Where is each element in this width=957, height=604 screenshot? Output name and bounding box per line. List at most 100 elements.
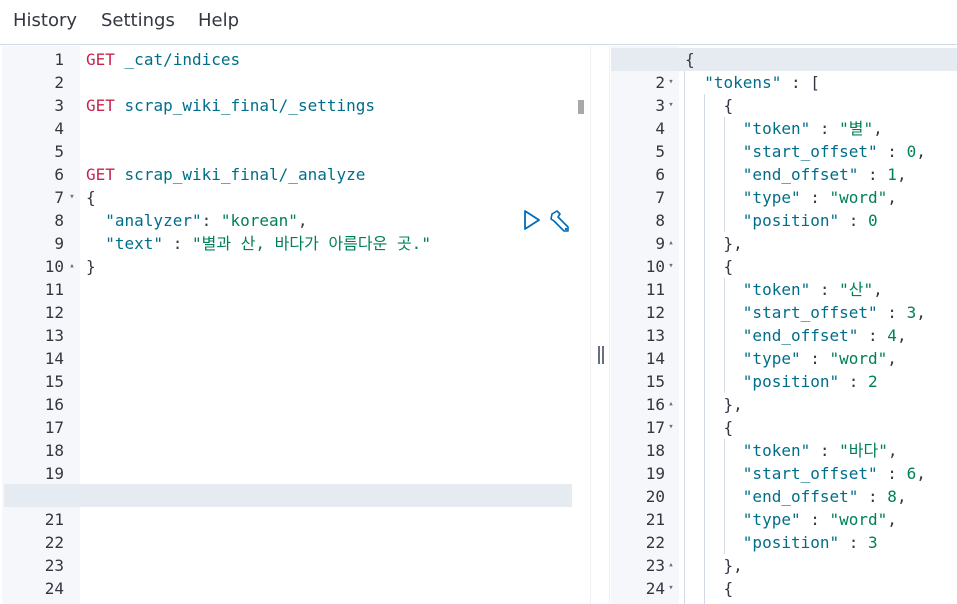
code-line[interactable]: { [685,48,695,71]
code-line[interactable]: "start_offset" : 6, [685,462,926,485]
fold-collapse-icon[interactable]: ▾ [666,416,676,439]
line-number-label: 4 [54,119,64,138]
editor-scroll-indicator[interactable] [578,100,584,114]
code-line[interactable]: { [685,94,734,117]
code-token: : [877,142,907,161]
code-token: "token" [742,441,811,460]
code-line[interactable]: "end_offset" : 1, [685,163,907,186]
line-number-label: 2 [54,73,64,92]
code-line[interactable]: "position" : 0 [685,209,878,232]
fold-expand-icon[interactable]: ▴ [666,232,676,255]
line-number-label: 17 [645,418,665,437]
code-token: , [887,188,897,207]
code-line[interactable]: }, [685,393,743,416]
code-line[interactable]: "tokens" : [ [685,71,820,94]
code-line[interactable]: "start_offset" : 0, [685,140,926,163]
line-number-label: 12 [44,303,64,322]
request-tools-button[interactable] [548,208,574,234]
code-token: , [896,326,907,345]
code-line[interactable]: "end_offset" : 4, [685,324,907,347]
line-number: 4 [2,117,80,140]
code-line[interactable]: "type" : "word", [685,347,897,370]
line-number: 10 ▴ [2,255,80,278]
line-number: 24 ▾ [611,577,679,600]
fold-collapse-icon[interactable]: ▾ [666,71,676,94]
code-line[interactable]: "token" : "별", [685,117,883,140]
code-line[interactable]: }, [685,232,743,255]
line-number: 12 [2,301,80,324]
code-token: : [800,349,830,368]
code-token: "별" [839,119,874,138]
menu-settings[interactable]: Settings [101,10,175,31]
pane-resizer[interactable] [590,46,610,604]
code-line[interactable]: "analyzer": "korean", [86,209,308,232]
code-line[interactable]: GET scrap_wiki_final/_analyze [86,163,365,186]
send-request-button[interactable] [520,208,546,234]
line-number-label: 15 [645,372,665,391]
code-token: : [163,234,192,253]
fold-expand-icon[interactable]: ▴ [67,255,77,278]
fold-expand-icon[interactable]: ▴ [666,554,676,577]
line-number: 14 [611,347,679,370]
line-number: 20 [611,485,679,508]
code-line[interactable]: "position" : 3 [685,531,878,554]
code-token: { [685,257,734,276]
code-line[interactable]: "token" : "산", [685,278,883,301]
code-token: : [800,188,830,207]
line-number: 5 [611,140,679,163]
menu-history[interactable]: History [13,10,77,31]
line-number: 24 [2,577,80,600]
line-number: 18 [2,439,80,462]
code-token: , [896,487,907,506]
code-token: } [86,257,96,276]
code-line[interactable]: }, [685,554,743,577]
code-token: : [858,165,888,184]
code-line[interactable]: { [86,186,96,209]
code-line[interactable]: { [685,255,734,278]
code-line[interactable]: { [685,416,734,439]
response-output[interactable]: 1▾2▾3▾456789▴10▾111213141516▴17▾18192021… [611,46,957,604]
code-line[interactable]: "type" : "word", [685,508,897,531]
code-token: "tokens" [704,73,782,92]
code-token: 0 [868,211,878,230]
line-number-label: 2 [655,73,665,92]
code-line[interactable]: "end_offset" : 8, [685,485,907,508]
response-output-content[interactable]: { "tokens" : [ { "token" : "별", "start_o… [679,46,957,604]
menu-help[interactable]: Help [198,10,239,31]
code-token: 4 [887,326,897,345]
line-number-label: 9 [54,234,64,253]
request-editor[interactable]: 1234567▾8910▴111213141516171819202122232… [2,46,590,604]
line-number: 22 [611,531,679,554]
line-number: 19 [2,462,80,485]
code-line[interactable]: GET _cat/indices [86,48,240,71]
line-number-label: 8 [54,211,64,230]
fold-collapse-icon[interactable]: ▾ [666,255,676,278]
line-number-label: 11 [44,280,64,299]
response-output-gutter: 1▾2▾3▾456789▴10▾111213141516▴17▾18192021… [611,46,679,604]
line-number-label: 21 [44,510,64,529]
code-line[interactable]: GET scrap_wiki_final/_settings [86,94,375,117]
code-line[interactable]: "token" : "바다", [685,439,898,462]
request-editor-content[interactable]: GET _cat/indices GET scrap_wiki_final/_se… [80,46,590,604]
code-token: , [297,211,308,230]
code-line[interactable]: "text" : "별과 산, 바다가 아름다운 곳." [86,232,431,255]
code-line[interactable]: { [685,577,734,600]
code-line[interactable]: "position" : 2 [685,370,878,393]
line-number-label: 4 [655,119,665,138]
fold-collapse-icon[interactable]: ▾ [666,94,676,117]
line-number-label: 19 [44,464,64,483]
line-number-label: 3 [54,96,64,115]
code-token: "position" [742,372,840,391]
line-number-label: 15 [44,372,64,391]
fold-collapse-icon[interactable]: ▾ [67,186,77,209]
code-line[interactable]: "type" : "word", [685,186,897,209]
code-token: _cat/indices [124,50,241,69]
code-line[interactable]: "start_offset" : 3, [685,301,926,324]
code-line[interactable]: } [86,255,96,278]
fold-expand-icon[interactable]: ▴ [666,393,676,416]
fold-collapse-icon[interactable]: ▾ [666,577,676,600]
request-editor-gutter: 1234567▾8910▴111213141516171819202122232… [2,46,80,604]
